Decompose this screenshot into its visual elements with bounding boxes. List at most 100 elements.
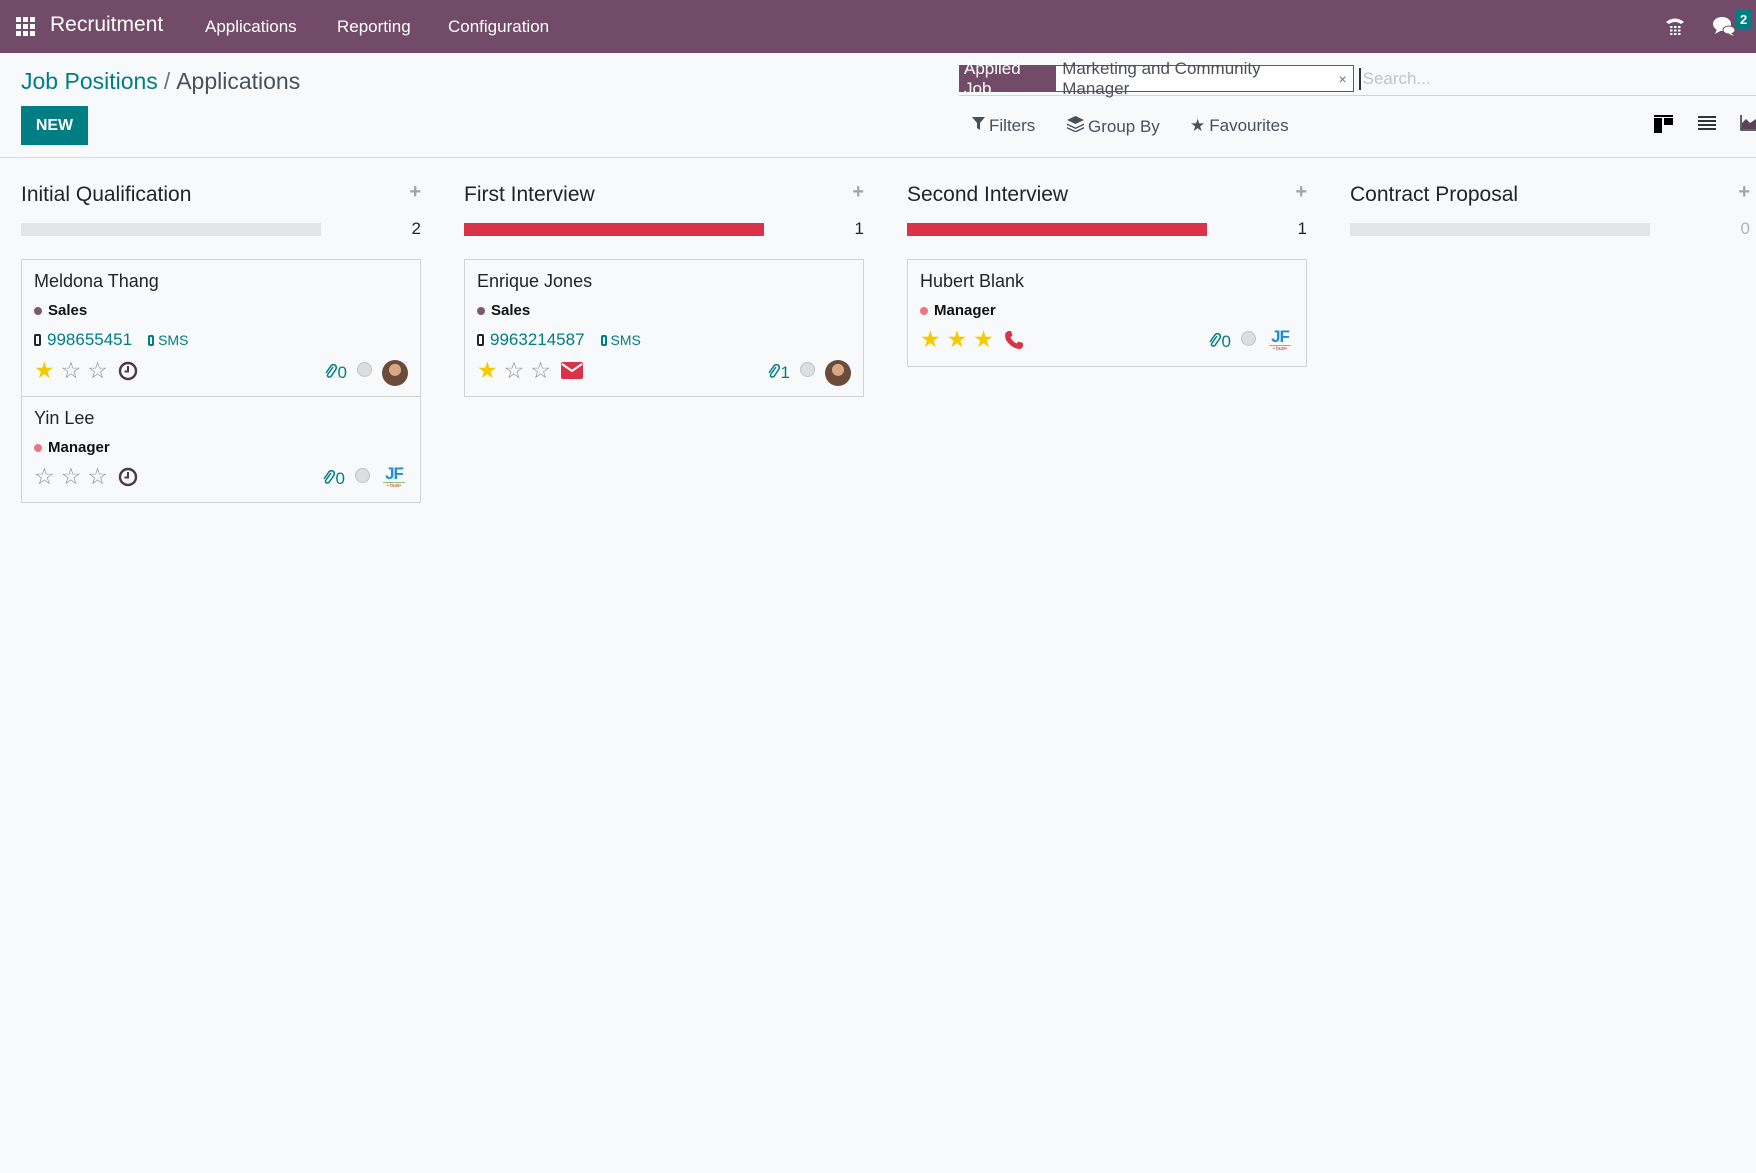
column-add-icon[interactable]: + [1738,181,1750,204]
star-outline-icon[interactable]: ☆ [87,465,108,488]
menu-reporting[interactable]: Reporting [337,17,411,37]
tag-label: Manager [48,439,110,456]
facet-value-text: Marketing and Community Manager [1062,58,1261,98]
column-count: 2 [411,219,421,238]
kanban-state-icon[interactable] [1241,330,1256,346]
envelope-icon[interactable] [560,362,583,379]
group-by-button[interactable]: Group By [1067,116,1160,137]
kanban-card[interactable]: Hubert Blank Manager ★ ★ ★ 0 JF • busi• [907,259,1307,367]
column-add-icon[interactable]: + [409,181,421,204]
column-progress-bar[interactable] [1350,223,1650,236]
star-icon: ★ [1190,116,1206,135]
clock-icon[interactable] [118,467,138,487]
phone-icon[interactable] [1664,14,1686,42]
column-title: Contract Proposal [1350,183,1519,206]
star-icon[interactable]: ★ [477,359,498,382]
star-outline-icon[interactable]: ☆ [87,359,108,382]
attachments[interactable]: 0 [324,363,347,384]
star-outline-icon[interactable]: ☆ [61,359,82,382]
priority-stars: ★ ☆ ☆ [477,359,583,382]
card-footer-right: 0 JF • busi• [1208,328,1294,356]
phone-row: 9963214587 SMS [477,330,641,350]
filter-icon [972,116,985,136]
star-outline-icon[interactable]: ☆ [34,465,55,488]
favourites-button[interactable]: ★ Favourites [1190,116,1289,136]
breadcrumb-separator: / [163,68,171,94]
progress-fill [464,223,764,236]
column-progress-bar[interactable] [464,223,764,236]
attachments[interactable]: 0 [1208,332,1231,353]
graph-view-icon [1740,115,1756,135]
facet-label: Applied Job [960,59,1057,98]
kanban-view-button[interactable] [1654,115,1673,138]
tag-label: Sales [48,302,88,319]
star-outline-icon[interactable]: ☆ [504,359,525,382]
phone-row: 998655451 SMS [34,330,188,350]
kanban-card[interactable]: Yin Lee Manager ☆ ☆ ☆ 0 JF • busi• [21,396,421,503]
logo-text: JF [385,464,404,483]
mobile-icon [477,334,484,346]
search-input[interactable] [1358,67,1756,90]
phone-number[interactable]: 9963214587 [490,330,585,350]
paperclip-icon [324,363,337,384]
new-button[interactable]: NEW [21,106,88,145]
facet-remove-icon[interactable]: × [1338,71,1346,87]
star-icon[interactable]: ★ [34,359,55,382]
logo-subtext: • busi• [386,483,402,489]
kanban-state-icon[interactable] [355,467,370,483]
column-title: First Interview [464,183,595,206]
company-logo-avatar[interactable]: JF • busi• [380,465,408,493]
phone-number[interactable]: 998655451 [47,330,132,350]
star-icon[interactable]: ★ [920,328,941,351]
avatar[interactable] [825,360,851,386]
kanban-state-icon[interactable] [357,361,372,377]
menu-configuration[interactable]: Configuration [448,17,549,37]
card-footer-right: 0 [324,360,408,386]
paperclip-icon [1208,332,1221,353]
tag-dot [477,306,485,315]
column-count: 0 [1740,219,1750,238]
tag-dot [34,443,42,452]
list-view-button[interactable] [1698,115,1716,136]
priority-stars: ☆ ☆ ☆ [34,465,138,488]
avatar[interactable] [382,360,408,386]
graph-view-button[interactable] [1740,115,1756,136]
chat-icon[interactable] [1712,15,1736,43]
phone-call-icon[interactable] [1004,330,1024,350]
column-title: Second Interview [907,183,1069,206]
list-view-icon [1698,116,1716,135]
attachment-count: 0 [1221,332,1231,351]
breadcrumb-job-positions[interactable]: Job Positions [21,68,158,94]
kanban-card[interactable]: Enrique Jones Sales 9963214587 SMS ★ ☆ ☆ [464,259,864,397]
menu-applications[interactable]: Applications [205,17,297,37]
control-panel: Job Positions / Applications NEW Applied J… [0,53,1756,158]
filters-button[interactable]: Filters [972,116,1035,136]
sms-label: SMS [610,332,641,348]
star-outline-icon[interactable]: ☆ [530,359,551,382]
tag-label: Manager [934,302,996,319]
sms-link[interactable]: SMS [148,332,188,348]
breadcrumb: Job Positions / Applications [21,68,300,95]
attachments[interactable]: 0 [322,469,345,490]
group-by-label: Group By [1088,116,1160,136]
column-add-icon[interactable]: + [852,181,864,204]
column-progress-bar[interactable] [907,223,1207,236]
column-add-icon[interactable]: + [1295,181,1307,204]
star-outline-icon[interactable]: ☆ [61,465,82,488]
apps-grid-icon[interactable] [16,17,35,36]
app-name[interactable]: Recruitment [50,13,163,37]
applicant-name: Hubert Blank [920,271,1025,291]
attachments[interactable]: 1 [767,363,790,384]
star-icon[interactable]: ★ [947,328,968,351]
sms-link[interactable]: SMS [600,332,641,348]
star-icon[interactable]: ★ [973,328,994,351]
mobile-icon [148,334,155,346]
messages-badge: 2 [1735,10,1753,29]
column-progress-bar[interactable] [21,223,321,236]
paperclip-icon [767,363,780,384]
kanban-card[interactable]: Meldona Thang Sales 998655451 SMS ★ ☆ ☆ [21,259,421,397]
column-title: Initial Qualification [21,183,192,206]
company-logo-avatar[interactable]: JF • busi• [1266,328,1294,356]
kanban-state-icon[interactable] [800,361,815,377]
clock-icon[interactable] [118,361,138,381]
